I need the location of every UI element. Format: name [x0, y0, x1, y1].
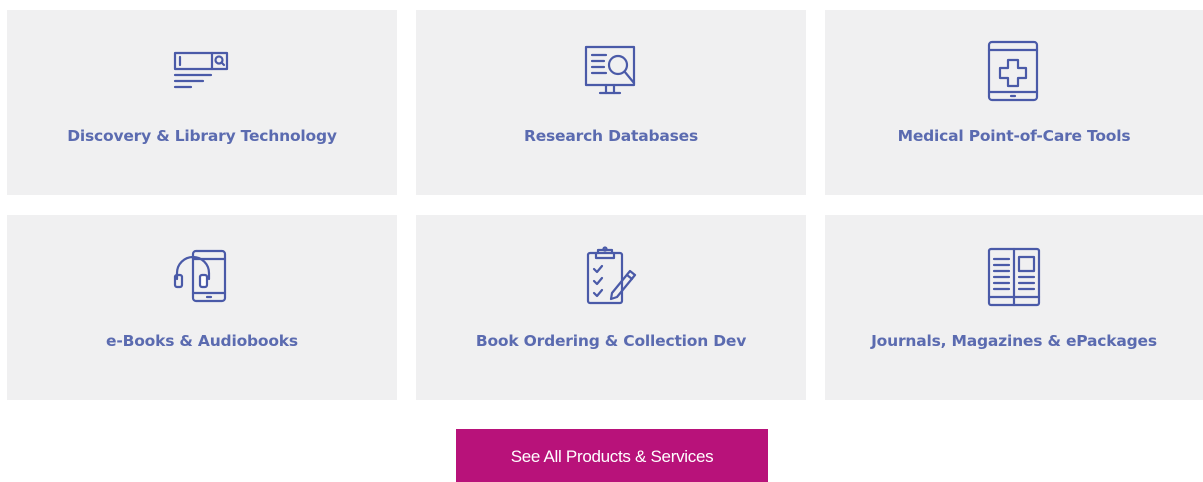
tile-discovery-library-technology[interactable]: Discovery & Library Technology — [7, 10, 397, 195]
tile-book-ordering-collection-dev[interactable]: Book Ordering & Collection Dev — [416, 215, 806, 400]
clipboard-checklist-pencil-icon — [576, 243, 646, 313]
tablet-medical-cross-icon — [979, 38, 1049, 108]
tile-label: e-Books & Audiobooks — [106, 332, 298, 350]
tile-label: Research Databases — [523, 127, 699, 145]
tile-research-databases[interactable]: Research Databases — [416, 10, 806, 195]
tile-label: Discovery & Library Technology — [67, 127, 337, 145]
tile-journals-magazines-epackages[interactable]: Journals, Magazines & ePackages — [825, 215, 1203, 400]
tile-label: Medical Point-of-Care Tools — [897, 127, 1131, 145]
tile-label: Journals, Magazines & ePackages — [871, 332, 1157, 350]
see-all-products-button[interactable]: See All Products & Services — [456, 429, 768, 482]
tile-ebooks-audiobooks[interactable]: e-Books & Audiobooks — [7, 215, 397, 400]
monitor-search-icon — [576, 38, 646, 108]
headphones-tablet-icon — [167, 243, 237, 313]
tile-label: Book Ordering & Collection Dev — [475, 332, 747, 350]
tile-medical-point-of-care-tools[interactable]: Medical Point-of-Care Tools — [825, 10, 1203, 195]
products-grid-page: Discovery & Library Technology Research … — [0, 0, 1203, 482]
search-bar-icon — [167, 38, 237, 108]
open-magazine-icon — [979, 243, 1049, 313]
